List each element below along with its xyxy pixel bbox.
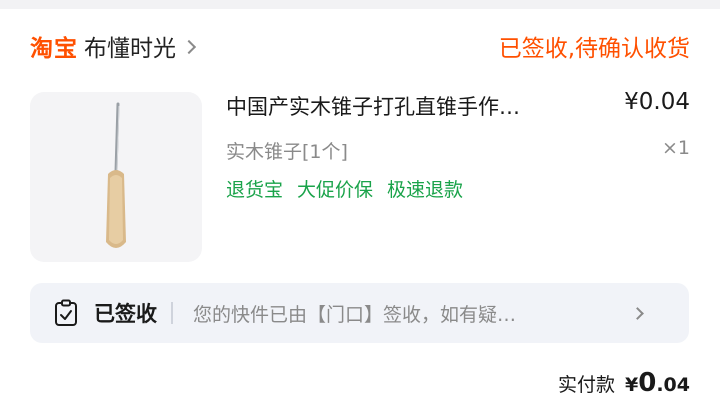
chevron-right-icon[interactable] xyxy=(631,306,644,320)
logistics-bar[interactable]: 已签收 您的快件已由【门口】签收，如有疑… xyxy=(30,283,689,343)
logistics-divider xyxy=(171,302,173,324)
service-tags: 退货宝 大促价保 极速退款 xyxy=(226,175,463,202)
top-divider-strip xyxy=(0,0,720,9)
order-header: 淘宝 布懂时光 已签收,待确认收货 xyxy=(30,28,690,64)
logistics-detail: 您的快件已由【门口】签收，如有疑… xyxy=(193,303,517,326)
product-price: ¥0.04 xyxy=(624,89,690,115)
product-sku: 实木锥子[1个] xyxy=(226,141,348,163)
clipboard-check-icon xyxy=(55,299,77,326)
service-tag-fast-refund: 极速退款 xyxy=(387,179,464,201)
logistics-status: 已签收 xyxy=(94,302,157,326)
service-tag-price-protect: 大促价保 xyxy=(297,179,374,201)
chevron-right-icon[interactable] xyxy=(181,39,197,54)
order-status-text: 已签收,待确认收货 xyxy=(498,36,690,62)
service-tag-return: 退货宝 xyxy=(226,179,284,201)
awl-icon xyxy=(106,102,126,248)
taobao-logo: 淘宝 xyxy=(30,36,78,62)
product-thumbnail[interactable] xyxy=(30,92,202,262)
product-title[interactable]: 中国产实木锥子打孔直锥手作… xyxy=(226,91,586,121)
total-currency: ¥ xyxy=(625,374,639,396)
total-paid: 实付款 ¥ 0 .04 xyxy=(558,368,690,398)
total-decimal: .04 xyxy=(656,374,690,396)
total-integer: 0 xyxy=(638,368,657,398)
total-label: 实付款 xyxy=(557,374,615,396)
shop-name-link[interactable]: 布懂时光 xyxy=(84,29,176,63)
product-quantity: ×1 xyxy=(661,137,690,159)
